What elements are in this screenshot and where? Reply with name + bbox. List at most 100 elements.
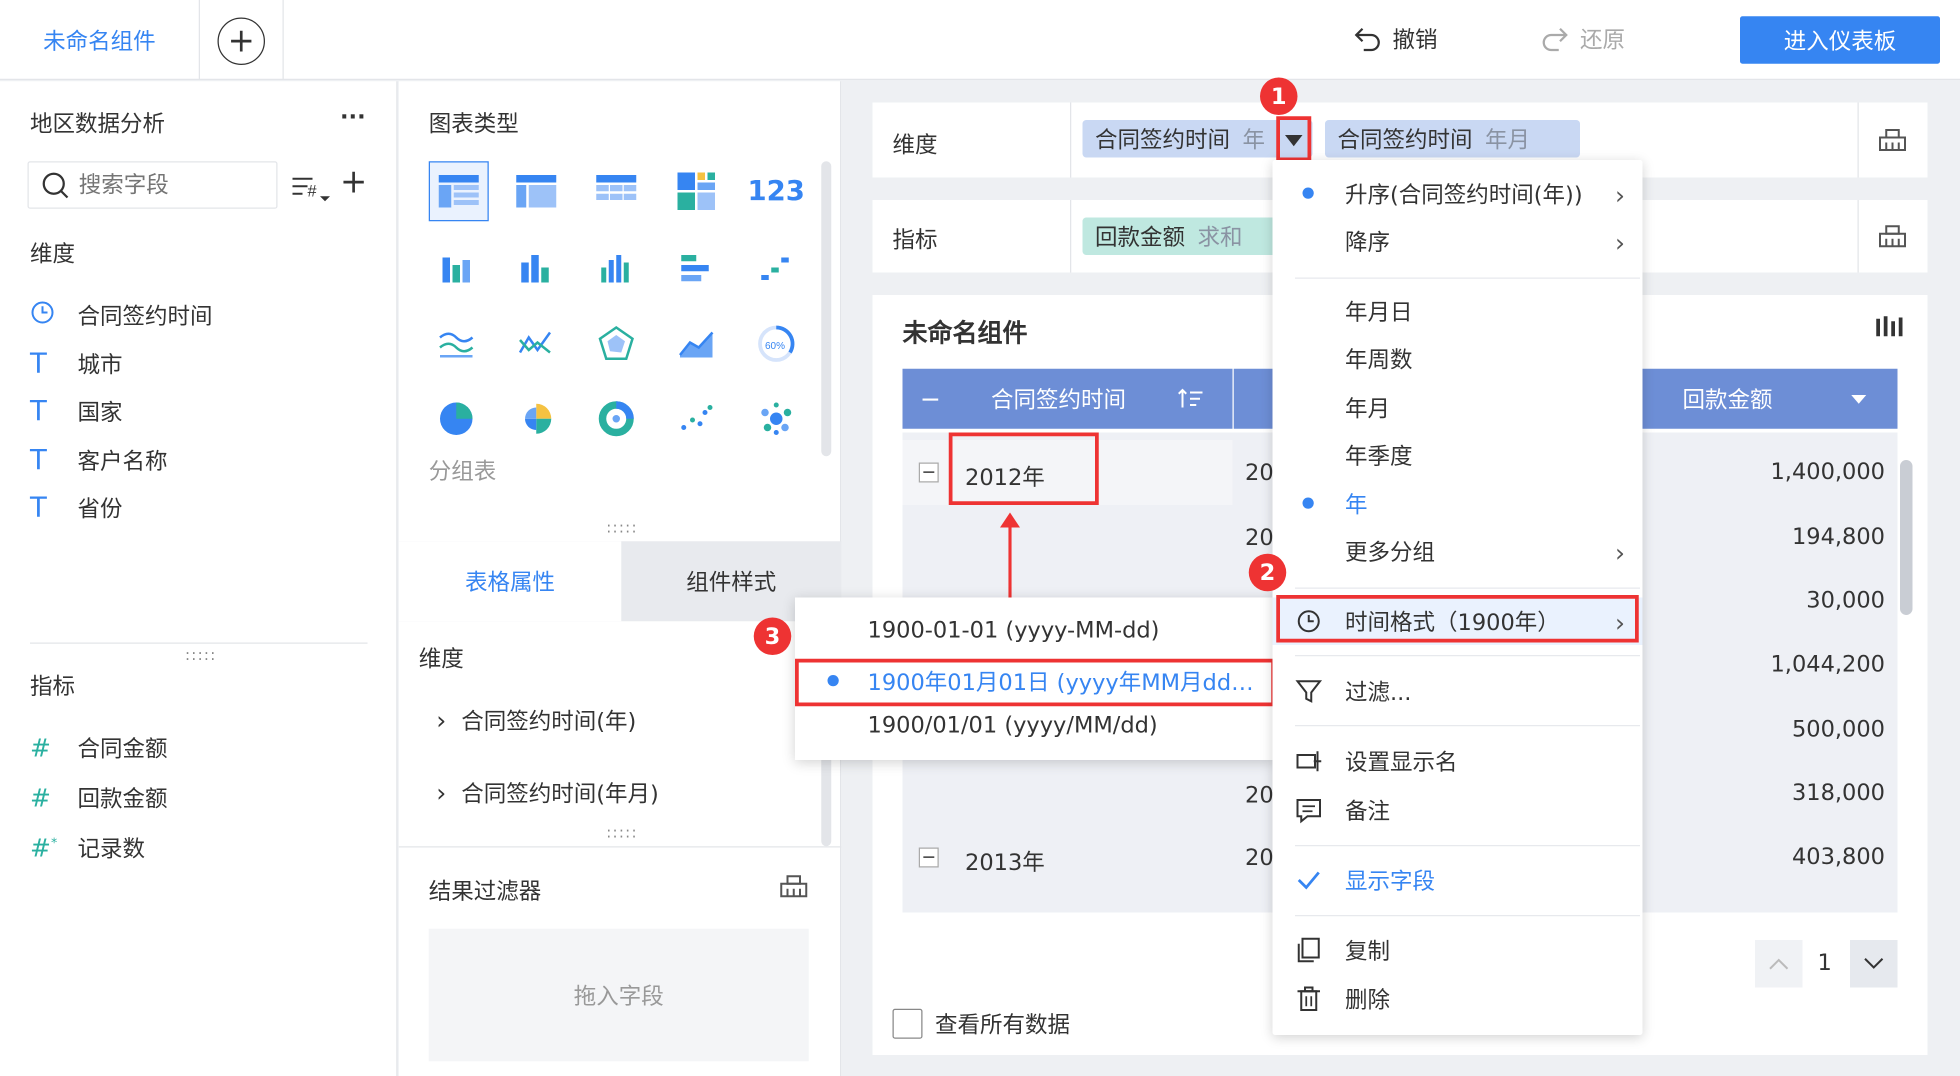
sort-icon[interactable] <box>1176 388 1204 411</box>
collapse-icon[interactable]: − <box>920 384 941 414</box>
table-header-cell[interactable] <box>1233 368 1274 429</box>
menu-item-year-month[interactable]: 年月 <box>1273 384 1643 432</box>
radar-icon[interactable] <box>589 316 644 371</box>
field-item[interactable]: T 省份 <box>30 489 123 527</box>
field-item[interactable]: # 合同金额 <box>30 729 168 767</box>
cell-partial: 20 <box>1245 460 1274 487</box>
resize-handle[interactable]: ::::: <box>185 646 217 664</box>
chevron-right-icon: › <box>1615 537 1625 568</box>
menu-item-year-quarter[interactable]: 年季度 <box>1273 431 1643 479</box>
menu-item-filter[interactable]: 过滤... <box>1273 668 1643 716</box>
add-component-button[interactable]: + <box>217 17 265 65</box>
waterfall-icon[interactable] <box>749 241 804 296</box>
field-item[interactable]: #* 记录数 <box>30 829 145 867</box>
resize-handle[interactable]: ::::: <box>606 824 638 842</box>
kpi-grid-icon[interactable] <box>669 164 724 219</box>
field-item[interactable]: 合同签约时间 <box>30 296 213 334</box>
divider <box>1857 102 1859 178</box>
rose-chart-icon[interactable] <box>509 391 564 446</box>
format-option[interactable]: 1900/01/01 (yyyy/MM/dd) <box>868 713 1158 739</box>
format-option[interactable]: 1900-01-01 (yyyy-MM-dd) <box>868 618 1160 644</box>
redo-button[interactable]: 还原 <box>1540 23 1625 56</box>
more-menu-icon[interactable]: ··· <box>340 104 366 130</box>
view-all-checkbox[interactable]: 查看所有数据 <box>892 1008 1070 1041</box>
menu-item-copy[interactable]: 复制 <box>1273 926 1643 974</box>
dropdown-triangle-icon[interactable] <box>1284 129 1304 155</box>
menu-item-rename[interactable]: 设置显示名 <box>1273 738 1643 786</box>
pie-chart-icon[interactable] <box>429 391 484 446</box>
metric-label: 指标 <box>892 227 938 254</box>
menu-label: 年 <box>1345 492 1368 519</box>
menu-item-sort-asc[interactable]: 升序(合同签约时间(年)) › <box>1273 170 1643 218</box>
menu-item-year[interactable]: 年 <box>1273 480 1643 528</box>
field-label: 省份 <box>77 496 123 523</box>
table-header-cell[interactable]: 回款金额 <box>1640 368 1898 429</box>
enter-dashboard-button[interactable]: 进入仪表板 <box>1740 16 1940 64</box>
prev-page-button[interactable] <box>1755 940 1803 988</box>
menu-item-sort-desc[interactable]: 降序 › <box>1273 218 1643 266</box>
field-item[interactable]: T 客户名称 <box>30 441 168 479</box>
menu-item-show-field[interactable]: 显示字段 <box>1273 856 1643 904</box>
area-line-icon[interactable] <box>429 316 484 371</box>
checkbox-box[interactable] <box>892 1008 923 1039</box>
chart-settings-icon[interactable] <box>1875 315 1908 346</box>
table-scrollbar[interactable] <box>1900 460 1913 615</box>
menu-item-more-groups[interactable]: 更多分组 › <box>1273 528 1643 576</box>
field-label: 客户名称 <box>77 448 168 475</box>
detail-table-icon[interactable] <box>589 164 644 219</box>
line-chart-icon[interactable] <box>509 316 564 371</box>
number-card-icon[interactable]: 123 <box>748 164 805 219</box>
donut-chart-icon[interactable] <box>589 391 644 446</box>
menu-item-year-week[interactable]: 年周数 <box>1273 335 1643 383</box>
add-field-icon[interactable]: + <box>340 164 367 202</box>
metric-pill[interactable]: 回款金额 求和 <box>1082 217 1283 255</box>
pill-name: 合同签约时间 <box>1337 127 1473 154</box>
dim-collapse-item[interactable]: › 合同签约时间(年) <box>436 704 636 737</box>
table-header-cell[interactable]: − 合同签约时间 <box>902 368 1233 429</box>
grouped-bar-icon[interactable] <box>589 241 644 296</box>
collapse-icon[interactable]: − <box>918 847 939 868</box>
dataset-title: 地区数据分析 <box>30 111 165 138</box>
field-item[interactable]: T 国家 <box>30 393 123 431</box>
tab-table-attributes[interactable]: 表格属性 <box>398 541 622 622</box>
dimension-pill[interactable]: 合同签约时间 年月 <box>1325 120 1580 158</box>
dropdown-triangle-icon[interactable] <box>1850 391 1868 406</box>
resize-handle[interactable]: ::::: <box>606 519 638 537</box>
search-input[interactable] <box>78 171 267 199</box>
scatter-icon[interactable] <box>669 391 724 446</box>
chevron-down-icon <box>1864 958 1884 969</box>
metric-config-icon[interactable] <box>1878 221 1908 257</box>
step-badge-1: 1 <box>1260 77 1298 115</box>
field-item[interactable]: T 城市 <box>30 345 123 383</box>
hash-icon: # <box>30 782 51 813</box>
bubble-cloud-icon[interactable] <box>749 391 804 446</box>
field-item[interactable]: # 回款金额 <box>30 779 168 817</box>
clock-icon <box>30 299 68 330</box>
filter-config-icon[interactable] <box>779 871 809 907</box>
dim-config-icon[interactable] <box>1878 125 1908 161</box>
horizontal-bar-icon[interactable] <box>669 241 724 296</box>
menu-label: 复制 <box>1345 938 1390 965</box>
menu-item-delete[interactable]: 删除 <box>1273 975 1643 1023</box>
area-chart-icon[interactable] <box>669 316 724 371</box>
field-label: 合同签约时间 <box>77 303 213 330</box>
cross-table-icon[interactable] <box>509 164 564 219</box>
field-sort-icon[interactable]: # <box>290 171 335 210</box>
menu-item-note[interactable]: 备注 <box>1273 786 1643 834</box>
dim-collapse-item[interactable]: › 合同签约时间(年月) <box>436 776 659 809</box>
bar-chart-icon[interactable] <box>509 241 564 296</box>
stacked-bar-icon[interactable] <box>429 241 484 296</box>
value-cell: 500,000 <box>1791 716 1885 743</box>
scrollbar[interactable] <box>821 161 832 457</box>
gauge-icon[interactable]: 60% <box>749 316 804 371</box>
group-table-icon[interactable] <box>428 161 489 222</box>
menu-item-ymd[interactable]: 年月日 <box>1273 288 1643 336</box>
component-tab[interactable]: 未命名组件 <box>0 0 200 80</box>
drop-zone[interactable]: 拖入字段 <box>428 928 809 1062</box>
menu-divider <box>1295 915 1640 917</box>
dim-item-label: 合同签约时间(年) <box>461 708 637 735</box>
undo-button[interactable]: 撤销 <box>1353 23 1438 56</box>
next-page-button[interactable] <box>1850 940 1898 988</box>
search-field[interactable] <box>27 161 278 209</box>
collapse-icon[interactable]: − <box>918 462 939 483</box>
